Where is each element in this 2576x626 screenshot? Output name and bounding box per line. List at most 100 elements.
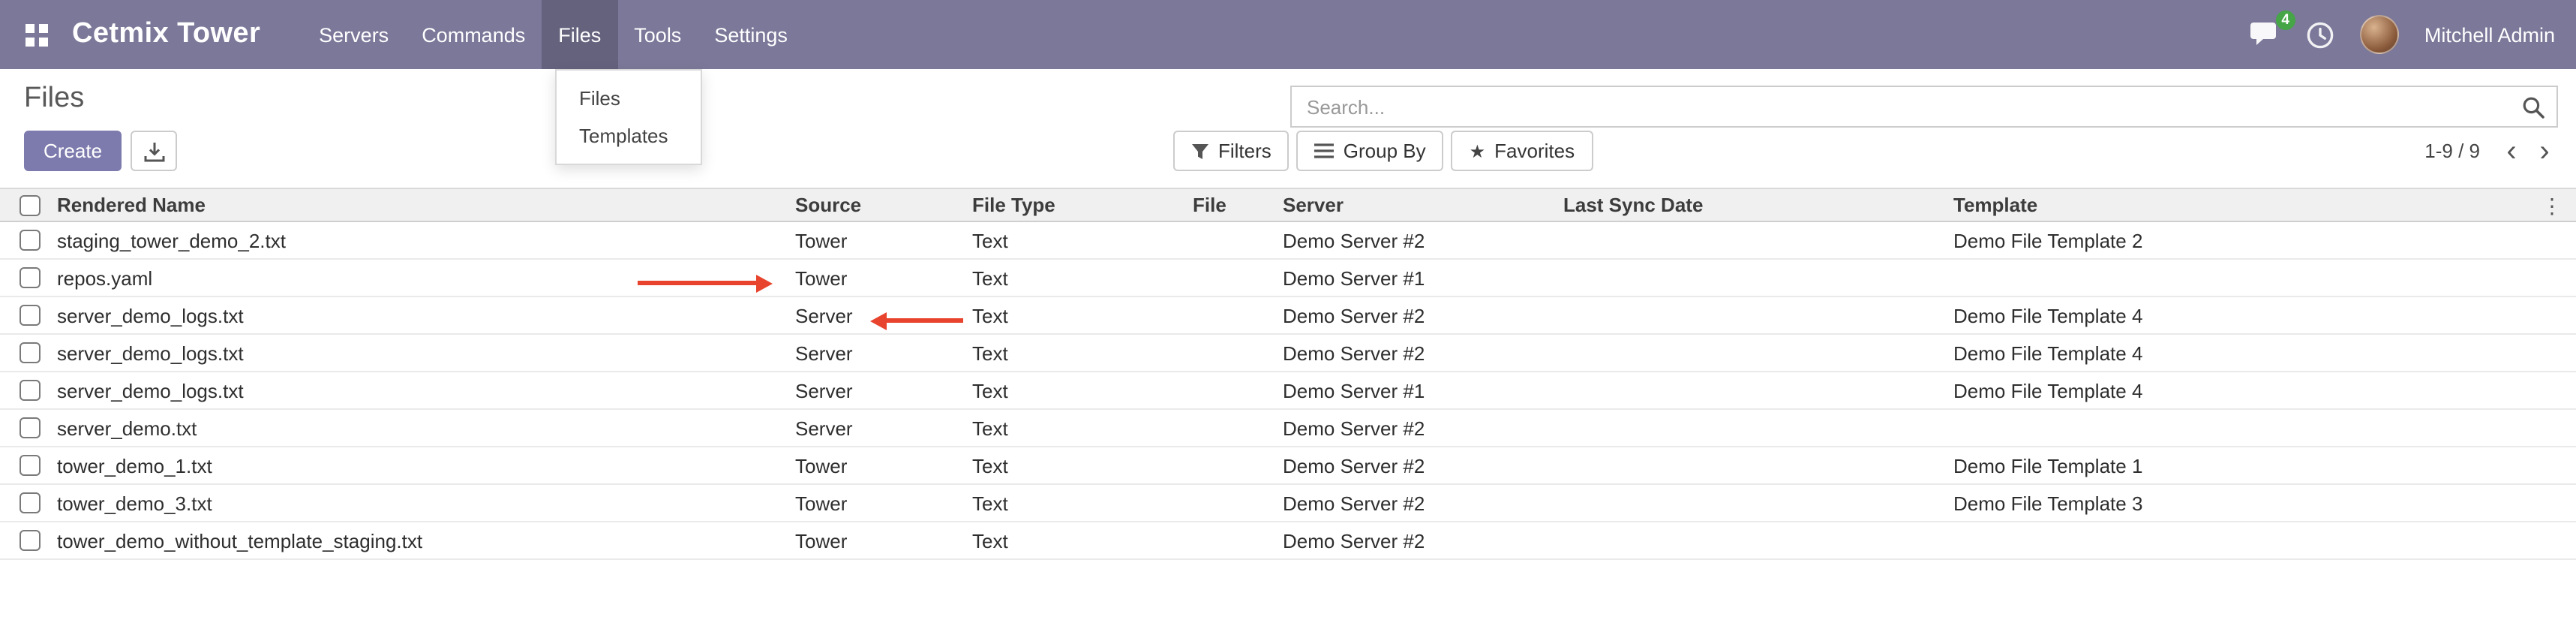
- cell-file-type: Text: [972, 454, 1193, 477]
- filters-button[interactable]: Filters: [1173, 131, 1290, 171]
- table-row[interactable]: tower_demo_1.txt Tower Text Demo Server …: [0, 447, 2576, 485]
- activities-button[interactable]: [2306, 20, 2334, 49]
- column-header-last-sync-date[interactable]: Last Sync Date: [1563, 194, 1953, 216]
- annotation-arrow-source-server: [885, 318, 963, 323]
- column-header-source[interactable]: Source: [795, 194, 972, 216]
- column-header-file-type[interactable]: File Type: [972, 194, 1193, 216]
- cell-source: Tower: [795, 229, 972, 251]
- apps-grid-icon[interactable]: [18, 17, 54, 53]
- messages-button[interactable]: 4: [2250, 21, 2280, 48]
- cell-rendered-name: tower_demo_3.txt: [57, 492, 795, 514]
- cell-rendered-name: tower_demo_without_template_staging.txt: [57, 529, 795, 552]
- table-row[interactable]: staging_tower_demo_2.txt Tower Text Demo…: [0, 222, 2576, 260]
- cell-server: Demo Server #2: [1283, 492, 1563, 514]
- menu-item-files[interactable]: Files: [542, 0, 617, 69]
- table-row[interactable]: server_demo.txt Server Text Demo Server …: [0, 410, 2576, 447]
- dropdown-item-files[interactable]: Files: [557, 80, 701, 117]
- cell-server: Demo Server #2: [1283, 342, 1563, 364]
- row-checkbox[interactable]: [20, 417, 41, 438]
- menu-item-commands[interactable]: Commands: [405, 0, 542, 69]
- dropdown-item-templates[interactable]: Templates: [557, 117, 701, 155]
- row-checkbox-cell: [0, 335, 57, 371]
- navbar-right-section: 4 Mitchell Admin: [2250, 15, 2555, 54]
- table-row[interactable]: tower_demo_3.txt Tower Text Demo Server …: [0, 485, 2576, 522]
- search-box: [1290, 86, 2558, 128]
- menu-item-tools[interactable]: Tools: [617, 0, 698, 69]
- column-header-file[interactable]: File: [1193, 194, 1283, 216]
- row-checkbox[interactable]: [20, 305, 41, 326]
- cell-source: Server: [795, 379, 972, 402]
- cell-template: Demo File Template 4: [1953, 304, 2576, 327]
- user-name[interactable]: Mitchell Admin: [2424, 23, 2555, 46]
- top-navbar: Cetmix Tower Servers Commands Files Tool…: [0, 0, 2576, 69]
- menu-item-settings[interactable]: Settings: [698, 0, 804, 69]
- table-row[interactable]: repos.yaml Tower Text Demo Server #1: [0, 260, 2576, 297]
- select-all-checkbox[interactable]: [20, 194, 41, 215]
- select-all-cell: [0, 189, 57, 221]
- pager: 1-9 / 9 ‹ ›: [2424, 131, 2561, 171]
- cell-file-type: Text: [972, 229, 1193, 251]
- column-header-server[interactable]: Server: [1283, 194, 1563, 216]
- create-button[interactable]: Create: [24, 131, 122, 171]
- cell-rendered-name: staging_tower_demo_2.txt: [57, 229, 795, 251]
- row-checkbox-cell: [0, 522, 57, 558]
- row-checkbox-cell: [0, 372, 57, 408]
- group-by-label: Group By: [1344, 140, 1426, 162]
- row-checkbox[interactable]: [20, 230, 41, 251]
- download-icon: [143, 140, 164, 161]
- row-checkbox[interactable]: [20, 492, 41, 513]
- app-brand[interactable]: Cetmix Tower: [72, 18, 260, 51]
- cell-template: Demo File Template 2: [1953, 229, 2576, 251]
- row-checkbox[interactable]: [20, 455, 41, 476]
- cell-source: Tower: [795, 529, 972, 552]
- row-checkbox[interactable]: [20, 530, 41, 551]
- group-by-icon: [1315, 143, 1335, 159]
- menu-item-servers[interactable]: Servers: [302, 0, 405, 69]
- annotation-arrow-source-tower: [638, 281, 758, 285]
- favorites-label: Favorites: [1494, 140, 1575, 162]
- row-checkbox-cell: [0, 485, 57, 521]
- pager-previous-button[interactable]: ‹: [2495, 134, 2528, 167]
- cell-file-type: Text: [972, 266, 1193, 289]
- cell-rendered-name: server_demo_logs.txt: [57, 379, 795, 402]
- row-checkbox[interactable]: [20, 267, 41, 288]
- cell-template: Demo File Template 1: [1953, 454, 2576, 477]
- column-header-rendered-name[interactable]: Rendered Name: [57, 194, 795, 216]
- row-checkbox[interactable]: [20, 380, 41, 401]
- page-title: Files: [24, 83, 84, 116]
- cell-server: Demo Server #2: [1283, 417, 1563, 439]
- group-by-button[interactable]: Group By: [1297, 131, 1444, 171]
- row-checkbox-cell: [0, 297, 57, 333]
- search-input[interactable]: [1292, 95, 2508, 118]
- cell-file-type: Text: [972, 379, 1193, 402]
- cell-rendered-name: server_demo_logs.txt: [57, 342, 795, 364]
- table-row[interactable]: server_demo_logs.txt Server Text Demo Se…: [0, 297, 2576, 335]
- funnel-icon: [1191, 142, 1209, 160]
- cell-server: Demo Server #1: [1283, 266, 1563, 289]
- optional-columns-icon[interactable]: ⋮: [2535, 189, 2568, 222]
- export-button[interactable]: [131, 131, 177, 171]
- cell-file-type: Text: [972, 492, 1193, 514]
- table-row[interactable]: server_demo_logs.txt Server Text Demo Se…: [0, 372, 2576, 410]
- row-checkbox-cell: [0, 447, 57, 483]
- row-checkbox[interactable]: [20, 342, 41, 363]
- row-checkbox-cell: [0, 260, 57, 296]
- cell-rendered-name: tower_demo_1.txt: [57, 454, 795, 477]
- user-avatar[interactable]: [2360, 15, 2399, 54]
- favorites-button[interactable]: ★ Favorites: [1452, 131, 1593, 171]
- chat-bubble-icon: [2250, 21, 2280, 48]
- cell-template: Demo File Template 4: [1953, 379, 2576, 402]
- table-row[interactable]: tower_demo_without_template_staging.txt …: [0, 522, 2576, 560]
- messages-badge: 4: [2275, 11, 2295, 30]
- files-list-view: Rendered Name Source File Type File Serv…: [0, 188, 2576, 560]
- cell-server: Demo Server #2: [1283, 454, 1563, 477]
- row-checkbox-cell: [0, 222, 57, 258]
- pager-next-button[interactable]: ›: [2528, 134, 2561, 167]
- table-body: staging_tower_demo_2.txt Tower Text Demo…: [0, 222, 2576, 560]
- table-row[interactable]: server_demo_logs.txt Server Text Demo Se…: [0, 335, 2576, 372]
- cell-file-type: Text: [972, 304, 1193, 327]
- cell-source: Tower: [795, 454, 972, 477]
- cell-file-type: Text: [972, 417, 1193, 439]
- search-icon[interactable]: [2508, 87, 2556, 126]
- column-header-template[interactable]: Template: [1953, 194, 2576, 216]
